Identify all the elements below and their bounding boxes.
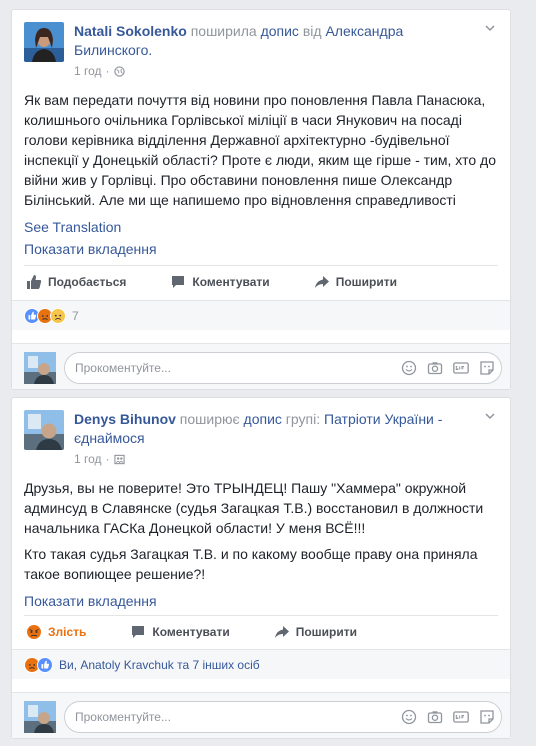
comment-placeholder: Прокоментуйте... bbox=[75, 710, 171, 724]
post-meta: 1 год · bbox=[74, 64, 125, 78]
share-button[interactable]: Поширити bbox=[314, 274, 397, 290]
timestamp[interactable]: 1 год bbox=[74, 452, 102, 466]
post-card-2: Denys Bihunov поширює допис групі: Патрі… bbox=[11, 397, 511, 739]
action-bar: Подобається Коментувати Поширити bbox=[24, 265, 498, 297]
comment-input[interactable]: Прокоментуйте... bbox=[64, 352, 502, 384]
reaction-count[interactable]: 7 bbox=[72, 309, 79, 323]
post-text-2: Кто такая судья Загацкая Т.В. и по каком… bbox=[24, 546, 478, 582]
share-label: Поширити bbox=[295, 624, 357, 639]
see-translation-link[interactable]: See Translation bbox=[12, 216, 510, 238]
comment-icon bbox=[132, 625, 145, 638]
post-header: Denys Bihunov поширює допис групі: Патрі… bbox=[12, 398, 510, 466]
like-button[interactable]: Подобається bbox=[26, 274, 126, 290]
thumbs-up-icon bbox=[27, 274, 42, 289]
comment-button[interactable]: Коментувати bbox=[130, 624, 230, 640]
comment-button[interactable]: Коментувати bbox=[170, 274, 270, 290]
author-avatar[interactable] bbox=[24, 22, 64, 62]
camera-icon[interactable] bbox=[427, 360, 443, 376]
reactions-summary[interactable]: 7 bbox=[12, 300, 510, 330]
post-text: Як вам передати почуття від новини про п… bbox=[24, 92, 496, 208]
comment-composer: Прокоментуйте... bbox=[12, 343, 510, 389]
group-text: групі: bbox=[281, 411, 325, 427]
sad-reaction-icon bbox=[50, 307, 66, 324]
post-header: Natali Sokolenko поширила допис від Алек… bbox=[12, 10, 510, 78]
comment-tools bbox=[401, 709, 495, 725]
gif-icon[interactable] bbox=[453, 709, 469, 725]
author-name[interactable]: Denys Bihunov bbox=[74, 411, 176, 427]
reactions-text[interactable]: Ви, Anatoly Kravchuk та 7 інших осіб bbox=[59, 658, 260, 672]
post-body: Як вам передати почуття від новини про п… bbox=[12, 90, 510, 210]
post-link[interactable]: допис bbox=[244, 411, 282, 427]
post-text-1: Друзья, вы не поверите! Это ТРЫНДЕЦ! Паш… bbox=[24, 480, 484, 536]
share-button[interactable]: Поширити bbox=[274, 624, 357, 640]
action-text: поширила bbox=[186, 23, 261, 39]
sticker-icon[interactable] bbox=[479, 709, 495, 725]
share-icon bbox=[314, 275, 329, 288]
emoji-icon[interactable] bbox=[401, 360, 417, 376]
chevron-down-icon[interactable] bbox=[484, 22, 498, 36]
like-label: Подобається bbox=[48, 274, 127, 289]
like-reaction-icon bbox=[37, 656, 53, 673]
comment-composer: Прокоментуйте... bbox=[12, 692, 510, 738]
emoji-icon[interactable] bbox=[401, 709, 417, 725]
post-card-1: Natali Sokolenko поширила допис від Алек… bbox=[11, 9, 511, 390]
share-label: Поширити bbox=[335, 274, 397, 289]
author-avatar[interactable] bbox=[24, 410, 64, 450]
comment-label: Коментувати bbox=[152, 624, 230, 639]
post-body: Друзья, вы не поверите! Это ТРЫНДЕЦ! Паш… bbox=[12, 478, 510, 584]
timestamp[interactable]: 1 год bbox=[74, 64, 102, 78]
angry-label: Злість bbox=[48, 624, 87, 639]
angry-button[interactable]: Злість bbox=[26, 624, 86, 640]
group-audience-icon[interactable] bbox=[113, 454, 125, 465]
action-bar: Злість Коментувати Поширити bbox=[24, 615, 498, 647]
show-attachments-link[interactable]: Показати вкладення bbox=[12, 238, 510, 260]
angry-icon bbox=[27, 624, 41, 639]
comment-tools bbox=[401, 360, 495, 376]
globe-icon[interactable] bbox=[113, 65, 125, 77]
post-link[interactable]: допис bbox=[261, 23, 299, 39]
chevron-down-icon[interactable] bbox=[484, 410, 498, 424]
show-attachments-link[interactable]: Показати вкладення bbox=[12, 590, 510, 612]
comment-label: Коментувати bbox=[192, 274, 270, 289]
from-text: від bbox=[298, 23, 326, 39]
gif-icon[interactable] bbox=[453, 360, 469, 376]
post-meta: 1 год · bbox=[74, 452, 125, 466]
share-icon bbox=[274, 625, 289, 638]
author-name[interactable]: Natali Sokolenko bbox=[74, 23, 187, 39]
comment-input[interactable]: Прокоментуйте... bbox=[64, 701, 502, 733]
user-avatar[interactable] bbox=[24, 701, 56, 733]
reactions-summary[interactable]: Ви, Anatoly Kravchuk та 7 інших осіб bbox=[12, 649, 510, 679]
action-text: поширює bbox=[175, 411, 244, 427]
sticker-icon[interactable] bbox=[479, 360, 495, 376]
user-avatar[interactable] bbox=[24, 352, 56, 384]
post-header-text: Denys Bihunov поширює допис групі: Патрі… bbox=[74, 410, 476, 448]
comment-placeholder: Прокоментуйте... bbox=[75, 361, 171, 375]
comment-icon bbox=[172, 275, 185, 288]
camera-icon[interactable] bbox=[427, 709, 443, 725]
post-header-text: Natali Sokolenko поширила допис від Алек… bbox=[74, 22, 476, 60]
